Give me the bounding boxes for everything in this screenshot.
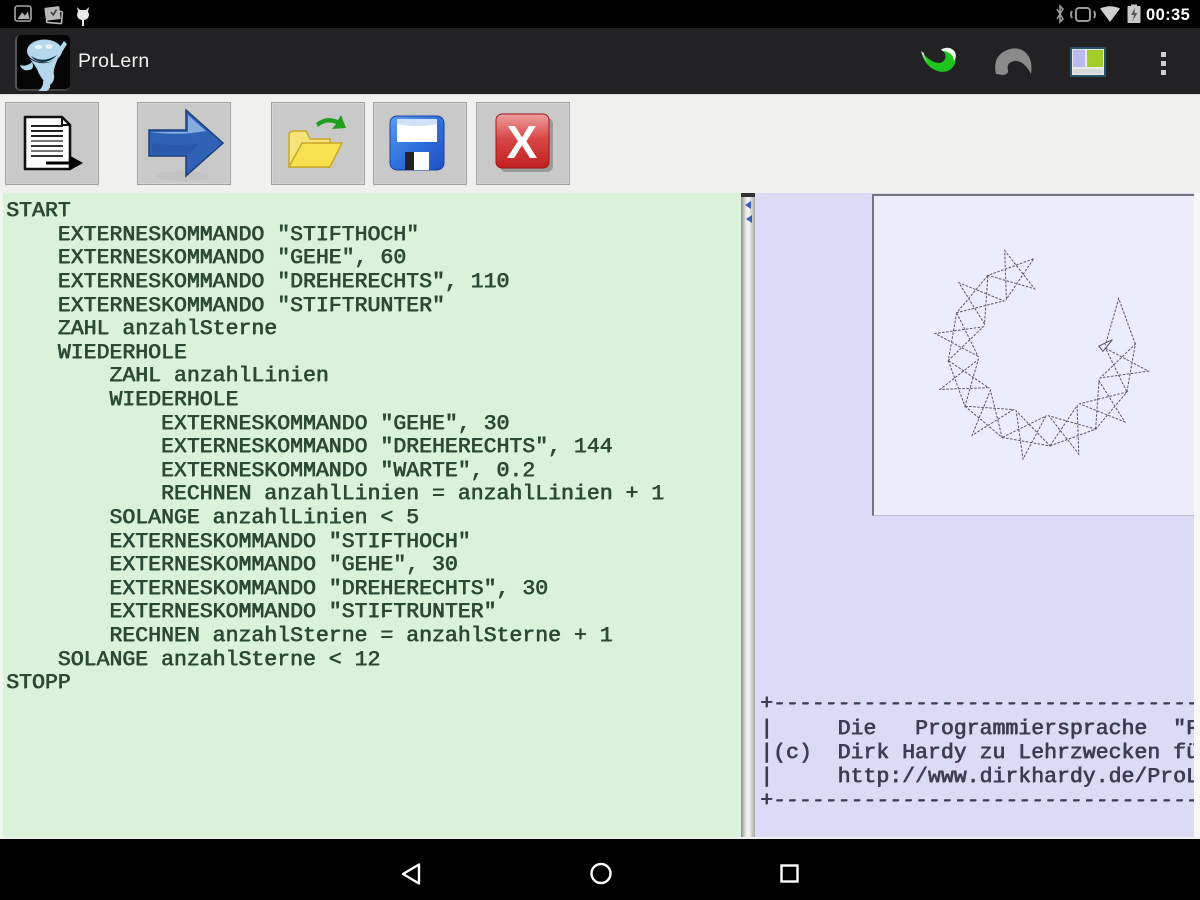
svg-text:00:35: 00:35 [1146,6,1190,24]
svg-text:X: X [507,116,538,168]
